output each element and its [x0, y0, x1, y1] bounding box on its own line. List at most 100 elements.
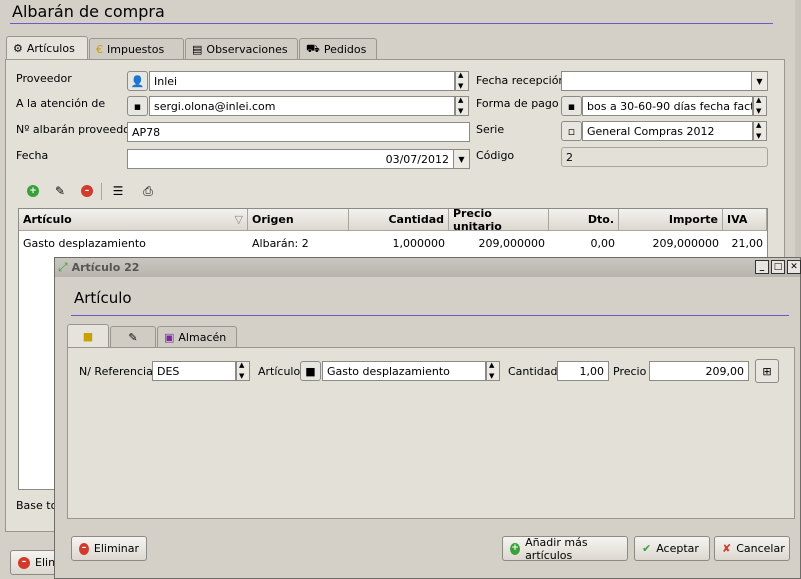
serie-label: Serie	[476, 123, 505, 136]
column-header[interactable]: Dto.	[549, 209, 619, 231]
box-icon: ■	[82, 329, 94, 343]
codigo-field: 2	[561, 147, 768, 167]
chevron-down-icon[interactable]: ▼	[751, 72, 767, 90]
table-cell: Gasto desplazamiento	[23, 236, 146, 250]
user-icon[interactable]: 👤	[127, 71, 148, 91]
serie-spinner[interactable]	[753, 121, 767, 141]
proveedor-spinner[interactable]	[455, 71, 469, 91]
sort-icon: ▽	[234, 213, 243, 226]
ref-label: N/ Referencia	[79, 365, 153, 378]
column-header[interactable]: Origen	[248, 209, 349, 231]
expand-icon: ⤢	[58, 260, 68, 274]
cantidad-label: Cantidad	[508, 365, 558, 378]
tab-observaciones-label: Observaciones	[206, 42, 288, 56]
cantidad-field[interactable]: 1,00	[557, 361, 609, 381]
codigo-label: Código	[476, 149, 515, 162]
add-more-label: Añadir más artículos	[525, 535, 588, 562]
edit-icon: ✎	[128, 330, 138, 344]
page-title: Albarán de compra	[12, 2, 165, 21]
fecha-label: Fecha	[16, 149, 49, 162]
column-header[interactable]: Importe	[619, 209, 723, 231]
forma-pago-spinner[interactable]	[753, 96, 767, 116]
serie-field[interactable]: General Compras 2012	[582, 121, 753, 141]
tab-notes[interactable]: ✎	[110, 326, 156, 347]
add-more-button[interactable]: + Añadir más artículos	[502, 535, 628, 562]
accept-label: Aceptar	[656, 542, 699, 555]
accept-button[interactable]: ✔ Aceptar	[634, 536, 710, 561]
eliminar-button[interactable]: – Eliminar	[71, 536, 147, 561]
column-header[interactable]: IVA	[723, 209, 767, 231]
table-cell: 209,000000	[652, 236, 719, 250]
tab-articulos-label: Artículos	[26, 41, 75, 55]
eliminar-label: Eliminar	[93, 542, 139, 555]
column-header[interactable]: Artículo ▽	[19, 209, 248, 231]
remove-icon: –	[79, 542, 89, 555]
toolbar-separator	[101, 183, 102, 200]
articulo-spinner[interactable]	[486, 361, 500, 381]
cross-icon: ✘	[722, 542, 732, 555]
table-cell: Albarán: 2	[252, 236, 309, 250]
remove-icon[interactable]: –	[77, 181, 97, 201]
serie-icon[interactable]: ▫	[561, 121, 582, 141]
atencion-field[interactable]: sergi.olona@inlei.com	[149, 96, 455, 116]
articulo-field[interactable]: Gasto desplazamiento	[322, 361, 486, 381]
remove-icon: –	[18, 556, 30, 569]
column-header[interactable]: Precio unitario	[449, 207, 549, 233]
precio-field[interactable]: 209,00	[649, 361, 749, 381]
column-header[interactable]: Cantidad	[349, 209, 449, 231]
check-icon: ✔	[642, 542, 652, 555]
forma-pago-field[interactable]: bos a 30-60-90 días fecha factura	[582, 96, 753, 116]
tab-observaciones[interactable]: ▤ Observaciones	[185, 38, 298, 59]
dialog-divider	[71, 315, 789, 316]
cancel-button[interactable]: ✘ Cancelar	[714, 536, 790, 561]
table-cell: 1,000000	[392, 236, 446, 250]
precio-label: Precio	[613, 365, 647, 378]
proveedor-label: Proveedor	[16, 72, 72, 85]
cancel-label: Cancelar	[736, 542, 785, 555]
minimize-icon[interactable]: _	[755, 260, 769, 274]
proveedor-field[interactable]: Inlei	[149, 71, 455, 91]
document-icon: ▤	[192, 42, 203, 56]
tab-general[interactable]: ■	[67, 324, 109, 347]
tab-articulos[interactable]: ⚙ Artículos	[6, 36, 88, 59]
tab-impuestos-label: Impuestos	[107, 42, 165, 56]
dialog-titlebar[interactable]: ⤢ Artículo 22 _ □ ✕	[55, 258, 801, 277]
coin-icon: €	[96, 42, 103, 56]
add-icon: +	[510, 542, 521, 555]
cart-icon: ⛟	[306, 41, 320, 55]
ref-field[interactable]: DES	[152, 361, 236, 381]
tab-pedidos-label: Pedidos	[323, 42, 367, 56]
tab-impuestos[interactable]: € Impuestos	[89, 38, 184, 59]
table-cell: 0,00	[590, 236, 616, 250]
atencion-spinner[interactable]	[455, 96, 469, 116]
albaran-field[interactable]: AP78	[127, 122, 470, 142]
tab-almacen[interactable]: ▣ Almacén	[157, 326, 237, 347]
print-icon[interactable]: ⎙	[138, 181, 158, 201]
fecha-value: 03/07/2012	[385, 152, 449, 166]
ref-spinner[interactable]	[236, 361, 250, 381]
calculator-icon[interactable]: ⊞	[755, 359, 779, 383]
albaran-label: Nº albarán proveedor	[16, 123, 135, 136]
title-divider	[10, 23, 773, 24]
contact-icon[interactable]: ▪	[127, 96, 148, 116]
table-cell: 21,00	[731, 236, 764, 250]
edit-icon[interactable]: ✎	[50, 181, 70, 201]
box-icon[interactable]: ■	[300, 361, 321, 381]
column-header-label: Artículo	[23, 213, 72, 226]
payment-icon[interactable]: ▪	[561, 96, 582, 116]
articulo-dialog: ⤢ Artículo 22 _ □ ✕ Artículo ■ ✎ ▣ Almac…	[54, 257, 801, 579]
fecha-recepcion-field[interactable]: ▼	[561, 71, 768, 91]
base-total-label: Base to	[16, 499, 58, 512]
close-icon[interactable]: ✕	[787, 260, 801, 274]
add-icon[interactable]: +	[23, 181, 43, 201]
dialog-heading: Artículo	[74, 289, 132, 307]
articulos-tab-icon: ⚙	[13, 41, 23, 55]
tab-pedidos[interactable]: ⛟ Pedidos	[299, 38, 377, 59]
list-icon[interactable]: ☰	[108, 181, 128, 201]
dialog-window-title: Artículo 22	[71, 261, 140, 274]
articulo-label: Artículo	[258, 365, 301, 378]
chevron-down-icon[interactable]: ▼	[453, 150, 469, 168]
fecha-field[interactable]: 03/07/2012 ▼	[127, 149, 470, 169]
table-cell: 209,000000	[478, 236, 545, 250]
maximize-icon[interactable]: □	[771, 260, 785, 274]
